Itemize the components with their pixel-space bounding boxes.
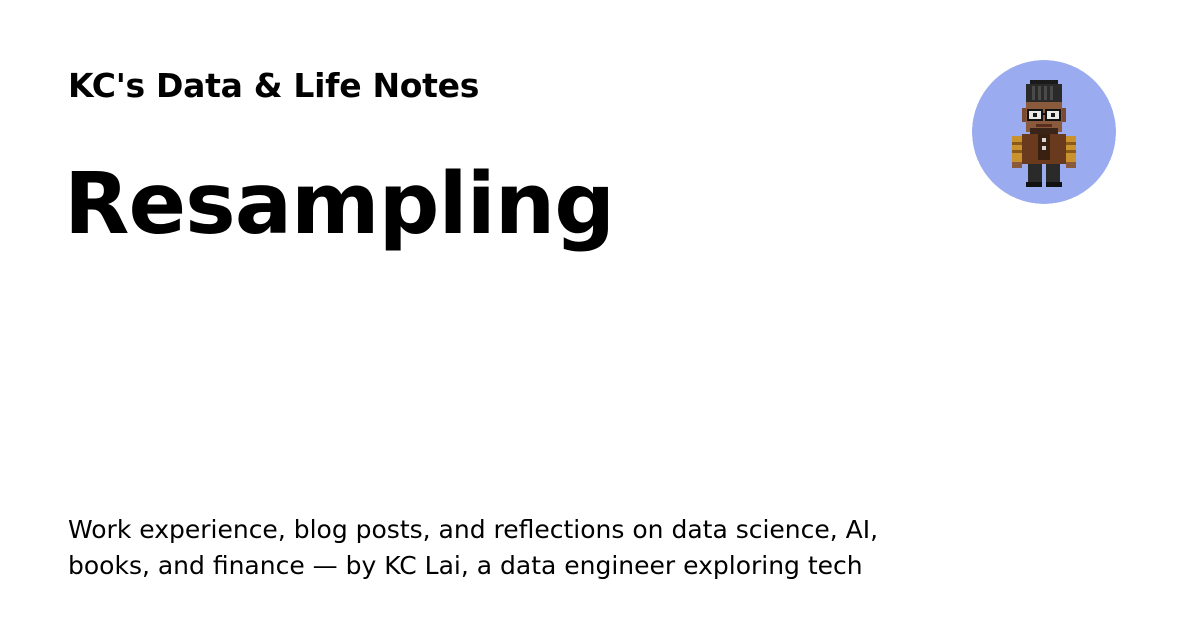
description-line-1: Work experience, blog posts, and reflect…: [68, 515, 879, 544]
pixel-art-person-avatar-icon: [972, 60, 1116, 204]
site-title: KC's Data & Life Notes: [68, 66, 480, 105]
avatar: [972, 60, 1116, 204]
site-description: Work experience, blog posts, and reflect…: [68, 512, 948, 584]
description-line-2: books, and finance — by KC Lai, a data e…: [68, 551, 863, 580]
post-title: Resampling: [64, 155, 615, 254]
